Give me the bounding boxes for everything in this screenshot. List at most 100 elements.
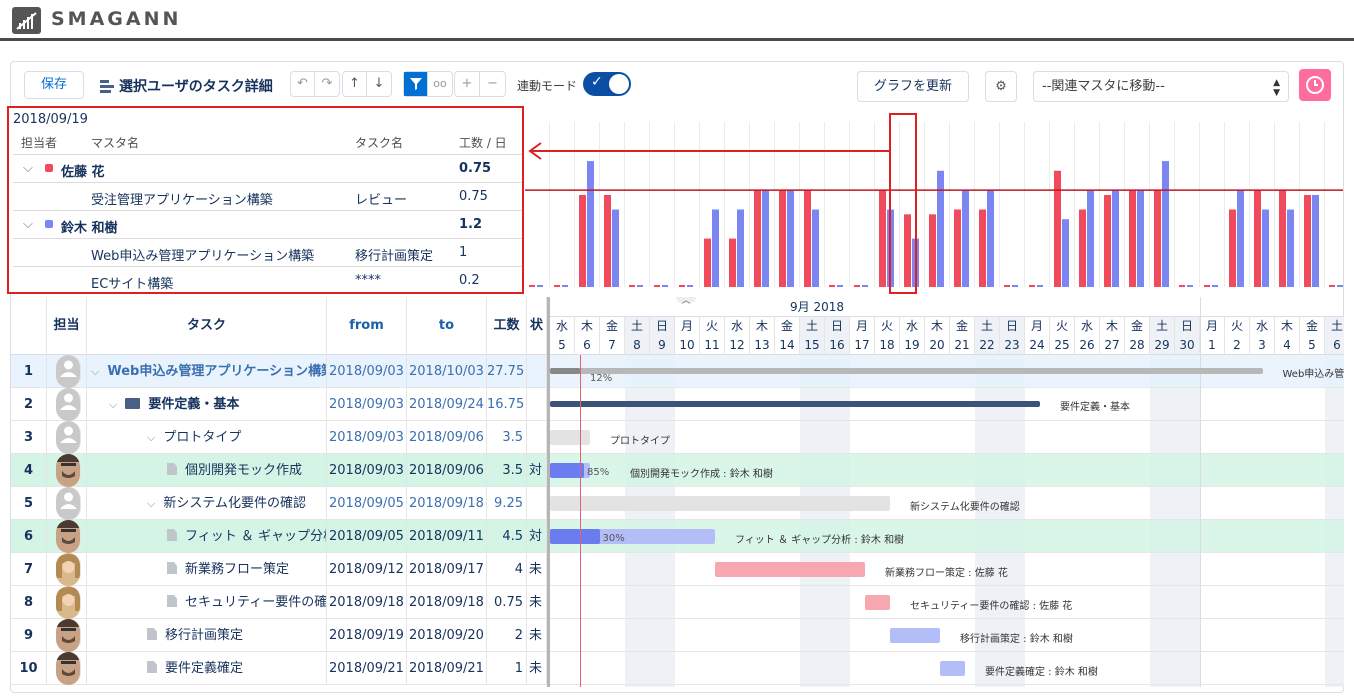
chart-bar[interactable] bbox=[1279, 190, 1286, 287]
table-row[interactable]: 9 移行計画策定 2018/09/19 2018/09/20 2 未 bbox=[11, 619, 547, 652]
gantt-bar[interactable] bbox=[940, 661, 965, 676]
chart-bar bbox=[1212, 285, 1218, 287]
filter-icon[interactable] bbox=[404, 72, 429, 96]
glasses-icon[interactable]: oo bbox=[428, 72, 452, 96]
chart-bar[interactable] bbox=[1162, 161, 1169, 287]
chevron-down-icon[interactable]: ⌵ bbox=[23, 161, 33, 176]
chart-bar[interactable] bbox=[1154, 190, 1161, 287]
avatar bbox=[56, 652, 81, 685]
chart-bar[interactable] bbox=[1062, 219, 1069, 287]
chevron-down-icon[interactable]: ⌵ bbox=[23, 217, 33, 232]
task-name-cell: フィット ＆ ギャップ分析 bbox=[87, 520, 327, 553]
chart-bar[interactable] bbox=[1312, 194, 1319, 287]
chevron-down-icon[interactable]: ⌵ bbox=[147, 431, 155, 444]
table-row[interactable]: 7 新業務フロー策定 2018/09/12 2018/09/17 4 未 bbox=[11, 553, 547, 586]
chart-bar[interactable] bbox=[979, 209, 986, 288]
gantt-bar[interactable] bbox=[550, 401, 1040, 407]
chevron-down-icon[interactable]: ⌵ bbox=[91, 365, 99, 378]
chart-bar[interactable] bbox=[737, 209, 744, 288]
table-row[interactable]: 8 セキュリティー要件の確認 2018/09/18 2018/09/18 0.75 未 bbox=[11, 586, 547, 619]
chart-bar[interactable] bbox=[937, 170, 944, 287]
chart-bar[interactable] bbox=[1087, 190, 1094, 287]
group-row[interactable]: ⌵ 佐藤 花 0.75 bbox=[13, 154, 522, 182]
task-name: 移行計画策定 bbox=[355, 249, 434, 264]
chart-bar[interactable] bbox=[704, 238, 711, 287]
save-button[interactable]: 保存 bbox=[24, 71, 84, 99]
related-master-select[interactable]: --関連マスタに移動-- ▲ ▼ bbox=[1033, 71, 1289, 102]
gantt-bar[interactable] bbox=[715, 562, 865, 577]
chevron-down-icon[interactable]: ⌵ bbox=[109, 398, 117, 411]
effort-value: 3.5 bbox=[487, 454, 527, 487]
group-row[interactable]: ⌵ 鈴木 和樹 1.2 bbox=[13, 210, 522, 238]
gantt-bar[interactable] bbox=[550, 496, 890, 511]
assignee-cell bbox=[47, 487, 87, 520]
assignee-cell bbox=[47, 652, 87, 685]
col-assignee-header[interactable]: 担当 bbox=[47, 297, 87, 355]
gantt-bar-label: フィット ＆ ギャップ分析 : 鈴木 和樹 bbox=[735, 535, 905, 546]
chart-bar[interactable] bbox=[1304, 194, 1311, 287]
chart-bar[interactable] bbox=[1229, 209, 1236, 288]
gantt-bar[interactable] bbox=[890, 628, 940, 643]
chart-bar[interactable] bbox=[1287, 209, 1294, 288]
gantt-bar[interactable] bbox=[550, 430, 590, 445]
chart-bar[interactable] bbox=[804, 190, 811, 287]
chart-bar[interactable] bbox=[1054, 170, 1061, 287]
update-graph-button[interactable]: グラフを更新 bbox=[857, 71, 969, 102]
chart-bar[interactable] bbox=[579, 194, 586, 287]
gear-icon[interactable]: ⚙ bbox=[985, 71, 1017, 102]
chart-bar[interactable] bbox=[987, 190, 994, 287]
col-to-header[interactable]: to bbox=[407, 297, 487, 355]
table-row[interactable]: 5 ⌵ 新システム化要件の確認 2018/09/05 2018/09/18 9.25 bbox=[11, 487, 547, 520]
chart-bar[interactable] bbox=[787, 190, 794, 287]
chart-bar[interactable] bbox=[587, 161, 594, 287]
chart-bar[interactable] bbox=[1237, 190, 1244, 287]
chart-bar[interactable] bbox=[712, 209, 719, 288]
chart-bar[interactable] bbox=[1129, 190, 1136, 287]
minus-icon[interactable]: − bbox=[480, 72, 505, 96]
table-row[interactable]: 1 ⌵ Web申込み管理アプリケーション構築 2018/09/03 2018/10/03… bbox=[11, 355, 547, 388]
chart-bar[interactable] bbox=[962, 190, 969, 287]
collapse-chart-icon[interactable]: ︿ bbox=[676, 297, 696, 306]
undo-icon[interactable]: ↶ bbox=[291, 72, 316, 96]
chart-bar[interactable] bbox=[729, 238, 736, 287]
arrow-up-icon[interactable]: ↑ bbox=[343, 72, 368, 96]
chart-bar[interactable] bbox=[612, 209, 619, 288]
chart-bar[interactable] bbox=[1137, 190, 1144, 287]
table-row[interactable]: 6 フィット ＆ ギャップ分析 2018/09/05 2018/09/11 4.5 対 bbox=[11, 520, 547, 553]
task-name: 要件定義・基本 bbox=[148, 397, 240, 412]
chart-bar[interactable] bbox=[929, 214, 936, 287]
chart-bar[interactable] bbox=[1112, 190, 1119, 287]
arrow-down-icon[interactable]: ↓ bbox=[367, 72, 391, 96]
task-name: Web申込み管理アプリケーション構築 bbox=[107, 364, 327, 379]
table-row[interactable]: 10 要件定義確定 2018/09/21 2018/09/21 1 未 bbox=[11, 652, 547, 685]
chevron-down-icon[interactable]: ⌵ bbox=[147, 497, 155, 510]
col-status-header[interactable]: 状 bbox=[527, 297, 547, 355]
clock-icon[interactable] bbox=[1299, 69, 1331, 101]
chart-bar[interactable] bbox=[879, 190, 886, 287]
table-row[interactable]: 3 ⌵ プロトタイプ 2018/09/03 2018/09/06 3.5 bbox=[11, 421, 547, 454]
chart-bar bbox=[562, 285, 568, 287]
chart-bar[interactable] bbox=[779, 190, 786, 287]
col-effort-header[interactable]: 工数 bbox=[487, 297, 527, 355]
chart-bar[interactable] bbox=[762, 190, 769, 287]
col-from-header[interactable]: from bbox=[327, 297, 407, 355]
link-mode-toggle[interactable]: ✓ bbox=[583, 72, 631, 96]
table-row[interactable]: 4 個別開発モック作成 2018/09/03 2018/09/06 3.5 対 bbox=[11, 454, 547, 487]
gantt-bar[interactable] bbox=[865, 595, 890, 610]
chart-bar[interactable] bbox=[754, 190, 761, 287]
chart-bar[interactable] bbox=[1079, 209, 1086, 288]
chart-bar[interactable] bbox=[604, 194, 611, 287]
gantt-bar[interactable] bbox=[550, 368, 1263, 374]
redo-icon[interactable]: ↷ bbox=[315, 72, 339, 96]
chart-bar[interactable] bbox=[1104, 194, 1111, 287]
col-task-header[interactable]: タスク bbox=[87, 297, 327, 355]
table-row[interactable]: 2 ⌵ 要件定義・基本 2018/09/03 2018/09/24 16.75 bbox=[11, 388, 547, 421]
plus-icon[interactable]: + bbox=[455, 72, 480, 96]
chart-bar[interactable] bbox=[954, 209, 961, 288]
row-number: 9 bbox=[11, 619, 47, 652]
day-number: 8 bbox=[625, 336, 650, 355]
chart-bar[interactable] bbox=[812, 209, 819, 288]
chart-bar[interactable] bbox=[1254, 190, 1261, 287]
task-name: 新システム化要件の確認 bbox=[163, 496, 306, 511]
chart-bar[interactable] bbox=[1262, 209, 1269, 288]
